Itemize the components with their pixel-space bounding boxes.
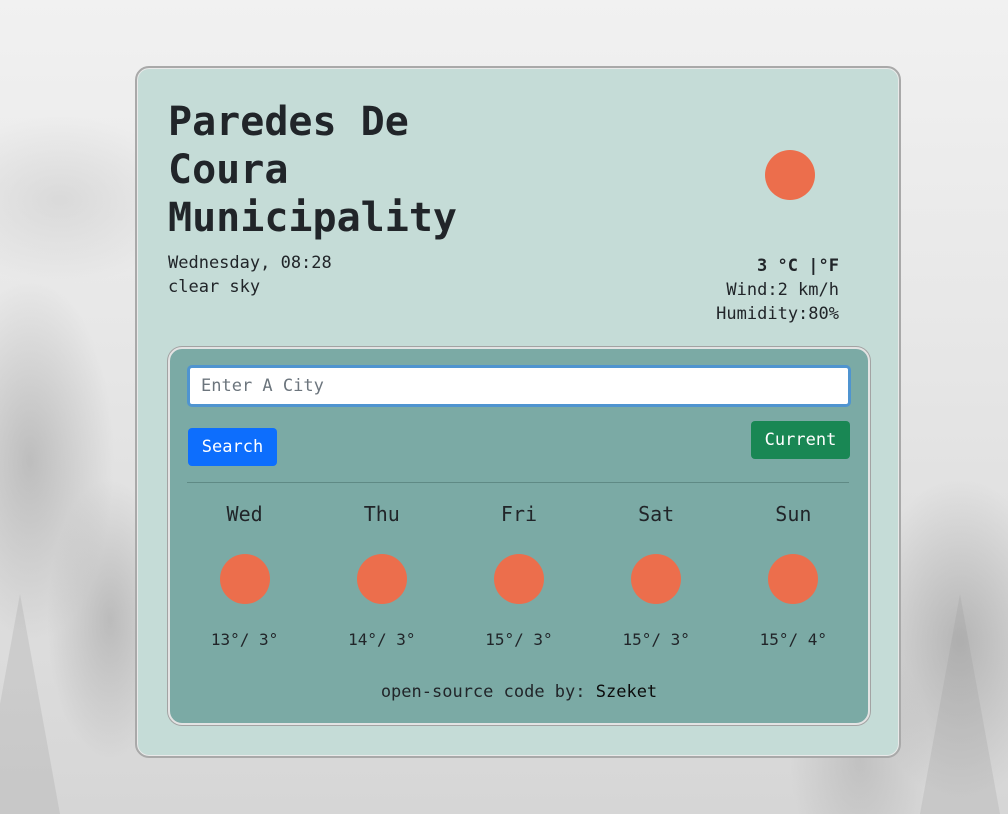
background-tree (0, 594, 60, 814)
forecast-day: Wed 13°/ 3° (176, 501, 313, 650)
background-tree (920, 594, 1000, 814)
forecast-day: Sat 15°/ 3° (588, 501, 725, 650)
forecast-day-name: Thu (363, 502, 400, 526)
sun-icon (765, 150, 815, 200)
forecast-temps: 15°/ 3° (485, 630, 553, 649)
author-link[interactable]: Szeket (596, 682, 657, 702)
forecast-temps: 15°/ 4° (759, 630, 828, 649)
sun-icon (356, 554, 407, 604)
city-name: Paredes De Coura Municipality (168, 99, 457, 241)
temperature-line: 3 °C |°F (716, 254, 839, 278)
fahrenheit-link[interactable]: °F (819, 256, 839, 276)
sun-icon (493, 554, 544, 604)
forecast-day: Sun 15°/ 4° (725, 501, 862, 650)
unit-separator: | (798, 256, 819, 276)
date-time: Wednesday, 08:28 (168, 253, 332, 273)
sun-icon (219, 554, 270, 604)
footer-text: open-source code by: (380, 682, 596, 702)
forecast-row: Wed 13°/ 3° Thu 14°/ 3° Fri 15°/ 3° Sat … (176, 501, 862, 650)
forecast-temps: 13°/ 3° (210, 630, 279, 649)
weather-card: Paredes De Coura Municipality Wednesday,… (135, 66, 901, 758)
search-button[interactable]: Search (188, 428, 277, 466)
temperature-value: 3 (757, 256, 768, 276)
divider (187, 482, 849, 483)
current-location-button[interactable]: Current (751, 421, 850, 459)
forecast-day-name: Fri (500, 502, 538, 526)
forecast-day-name: Wed (226, 502, 263, 526)
city-search-input[interactable] (187, 365, 851, 407)
forecast-temps: 14°/ 3° (348, 630, 416, 649)
weather-description: clear sky (168, 277, 261, 297)
wind-speed: Wind:2 km/h (726, 280, 839, 300)
forecast-day: Thu 14°/ 3° (313, 501, 450, 650)
forecast-day-name: Sat (638, 502, 675, 526)
current-meta: Wednesday, 08:28 clear sky (168, 251, 332, 299)
humidity: Humidity:80% (716, 304, 839, 324)
sun-icon (768, 554, 819, 604)
search-panel: Search Current Wed 13°/ 3° Thu 14°/ 3° F… (168, 347, 870, 725)
forecast-day-name: Sun (775, 502, 812, 526)
forecast-temps: 15°/ 3° (622, 630, 690, 649)
current-stats: 3 °C |°F Wind:2 km/h Humidity:80% (716, 254, 839, 326)
footer-credit: open-source code by: Szeket (170, 682, 868, 702)
sun-icon (631, 554, 682, 604)
forecast-day: Fri 15°/ 3° (450, 501, 587, 650)
celsius-link[interactable]: °C (778, 256, 798, 276)
